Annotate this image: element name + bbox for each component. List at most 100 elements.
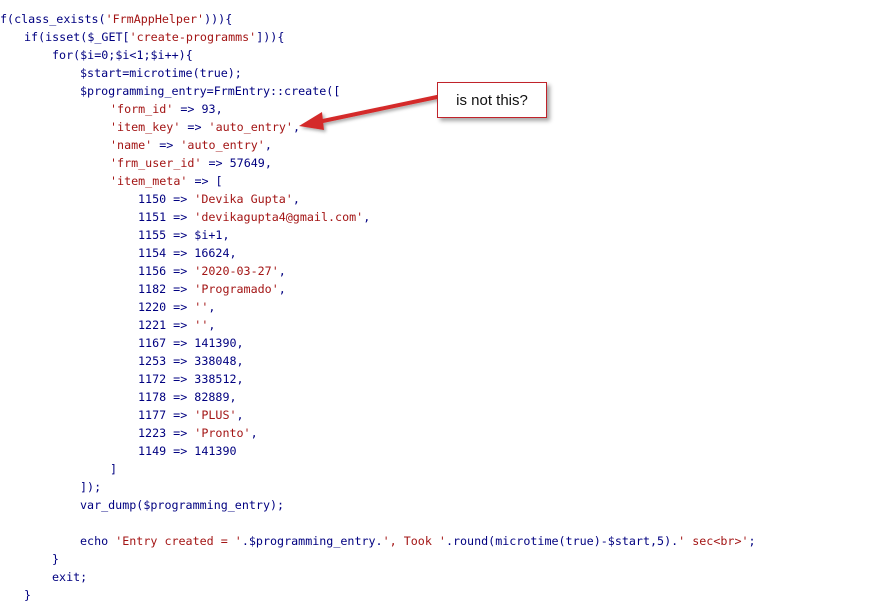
string-literal: 'devikagupta4@gmail.com' (194, 210, 364, 224)
code-token: 1156 => (138, 264, 195, 278)
code-token: , (208, 318, 216, 332)
code-token: 1155 => $i+1, (138, 228, 230, 242)
code-token: , (363, 210, 371, 224)
code-line: 1172 => 338512, (138, 370, 244, 388)
code-token: , (278, 282, 286, 296)
code-line: $start=microtime(true); (80, 64, 242, 82)
string-literal: 'Entry created = ' (115, 534, 242, 548)
code-line: 1151 => 'devikagupta4@gmail.com', (138, 208, 370, 226)
code-token: => 93, (173, 102, 223, 116)
code-token: 1221 => (138, 318, 195, 332)
code-line: 'form_id' => 93, (110, 100, 223, 118)
code-token: , (292, 120, 301, 134)
string-literal: 'Pronto' (194, 426, 251, 440)
code-token: , (208, 300, 216, 314)
code-line: f(class_exists('FrmAppHelper'))){ (0, 10, 232, 28)
code-line: 1155 => $i+1, (138, 226, 229, 244)
code-token: $programming_entry=FrmEntry::create([ (80, 84, 341, 98)
string-literal: 'FrmAppHelper' (105, 12, 205, 26)
code-line: 1149 => 141390 (138, 442, 237, 460)
string-literal: '' (194, 300, 209, 314)
code-token: 1172 => 338512, (138, 372, 244, 386)
code-line: var_dump($programming_entry); (80, 496, 284, 514)
string-literal: 'auto_entry' (208, 120, 293, 134)
code-token: exit; (52, 570, 88, 584)
code-token: 1151 => (138, 210, 195, 224)
string-literal: '2020-03-27' (194, 264, 279, 278)
code-line: for($i=0;$i<1;$i++){ (52, 46, 193, 64)
code-token: 1177 => (138, 408, 195, 422)
code-line: 'item_meta' => [ (110, 172, 223, 190)
string-literal: ' sec<br>' (678, 534, 749, 548)
string-literal: 'Devika Gupta' (194, 192, 293, 206)
code-token: for($i=0;$i<1;$i++){ (52, 48, 193, 62)
code-line: echo 'Entry created = '.$programming_ent… (80, 532, 756, 550)
code-line: 1156 => '2020-03-27', (138, 262, 286, 280)
code-token: 1167 => 141390, (138, 336, 244, 350)
string-literal: 'name' (110, 138, 153, 152)
code-token: 1253 => 338048, (138, 354, 244, 368)
code-token: , (250, 426, 258, 440)
code-token: => [ (187, 174, 223, 188)
code-token: f(class_exists( (0, 12, 106, 26)
code-token: => (180, 120, 209, 134)
code-token: ] (110, 462, 118, 476)
code-token: if(isset($_GET[ (24, 30, 130, 44)
code-line: } (52, 550, 59, 568)
string-literal: 'form_id' (110, 102, 174, 116)
code-line: } (24, 586, 31, 604)
code-line: exit; (52, 568, 87, 586)
code-token: , (264, 138, 272, 152)
code-token: ]); (80, 480, 102, 494)
code-line: 'name' => 'auto_entry', (110, 136, 272, 154)
string-literal: ', Took ' (382, 534, 446, 548)
code-line: 1150 => 'Devika Gupta', (138, 190, 300, 208)
string-literal: '' (194, 318, 209, 332)
code-token: } (24, 588, 32, 602)
code-line: 1221 => '', (138, 316, 215, 334)
code-line: 1220 => '', (138, 298, 215, 316)
code-token: .round(microtime(true)-$start,5). (445, 534, 679, 548)
code-token: 1154 => 16624, (138, 246, 237, 260)
code-line: ] (110, 460, 117, 478)
code-line: 1178 => 82889, (138, 388, 237, 406)
annotation-callout: is not this? (437, 82, 547, 118)
code-line: 1154 => 16624, (138, 244, 237, 262)
code-token: => (152, 138, 181, 152)
code-line: 1223 => 'Pronto', (138, 424, 258, 442)
code-token: ))){ (204, 12, 233, 26)
code-token: 1150 => (138, 192, 195, 206)
code-token: ; (748, 534, 756, 548)
string-literal: 'create-programms' (129, 30, 257, 44)
string-literal: 'PLUS' (194, 408, 237, 422)
code-token: 1223 => (138, 426, 195, 440)
code-token: ])){ (256, 30, 285, 44)
code-line: 'item_key' => 'auto_entry', (110, 118, 300, 136)
string-literal: 'item_meta' (110, 174, 188, 188)
code-token: 1149 => 141390 (138, 444, 237, 458)
code-token: , (292, 192, 300, 206)
code-line: 1177 => 'PLUS', (138, 406, 244, 424)
code-token: => 57649, (201, 156, 272, 170)
code-token: , (236, 408, 244, 422)
code-line: ]); (80, 478, 101, 496)
code-token: } (52, 552, 60, 566)
callout-text: is not this? (456, 91, 528, 109)
code-line: 1253 => 338048, (138, 352, 244, 370)
string-literal: 'auto_entry' (180, 138, 265, 152)
code-token: .$programming_entry. (241, 534, 383, 548)
code-token: 1182 => (138, 282, 195, 296)
string-literal: 'frm_user_id' (110, 156, 202, 170)
code-token: 1178 => 82889, (138, 390, 237, 404)
code-token: , (278, 264, 286, 278)
code-line: if(isset($_GET['create-programms'])){ (24, 28, 284, 46)
string-literal: 'Programado' (194, 282, 279, 296)
code-line: $programming_entry=FrmEntry::create([ (80, 82, 340, 100)
string-literal: 'item_key' (110, 120, 181, 134)
code-token: 1220 => (138, 300, 195, 314)
code-token: var_dump($programming_entry); (80, 498, 285, 512)
code-line: 'frm_user_id' => 57649, (110, 154, 272, 172)
code-line: 1182 => 'Programado', (138, 280, 286, 298)
code-token: echo (80, 534, 116, 548)
code-token: $start=microtime(true); (80, 66, 242, 80)
